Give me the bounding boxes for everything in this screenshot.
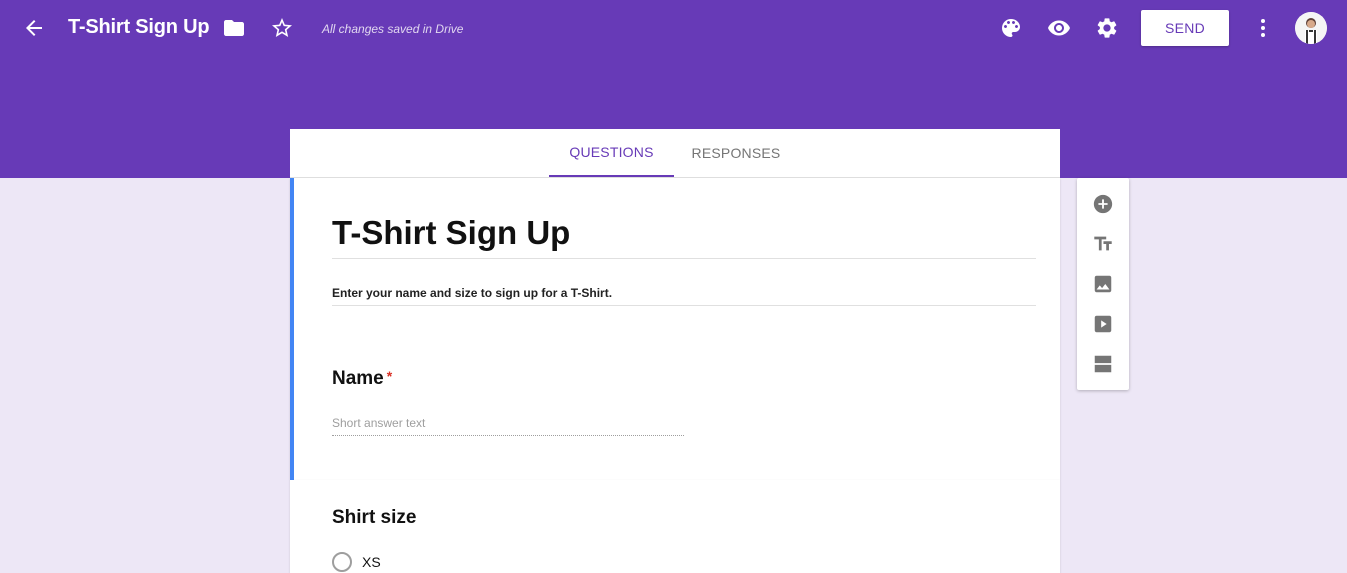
tabs-bar: QUESTIONS RESPONSES xyxy=(290,129,1060,178)
add-image-icon[interactable] xyxy=(1091,272,1115,296)
more-vert-icon[interactable] xyxy=(1247,12,1279,44)
add-title-icon[interactable] xyxy=(1091,232,1115,256)
question-title[interactable]: Name * xyxy=(332,368,392,390)
add-video-icon[interactable] xyxy=(1091,312,1115,336)
form-description[interactable]: Enter your name and size to sign up for … xyxy=(332,286,1036,306)
side-toolbar xyxy=(1077,178,1129,390)
document-title[interactable]: T-Shirt Sign Up xyxy=(68,16,210,39)
tab-questions[interactable]: QUESTIONS xyxy=(549,129,674,177)
star-icon[interactable] xyxy=(266,12,298,44)
question-title: Shirt size xyxy=(332,507,417,528)
send-button[interactable]: SEND xyxy=(1141,10,1229,46)
eye-icon[interactable] xyxy=(1043,12,1075,44)
radio-button[interactable] xyxy=(332,552,352,572)
back-arrow-icon[interactable] xyxy=(18,12,50,44)
form-header-card: T-Shirt Sign Up Enter your name and size… xyxy=(290,178,1060,480)
short-answer-field[interactable]: Short answer text xyxy=(332,416,684,436)
tab-responses[interactable]: RESPONSES xyxy=(674,129,798,177)
folder-icon[interactable] xyxy=(218,12,250,44)
option-label: XS xyxy=(362,554,381,570)
form-title[interactable]: T-Shirt Sign Up xyxy=(332,214,1036,259)
palette-icon[interactable] xyxy=(995,12,1027,44)
save-status: All changes saved in Drive xyxy=(322,22,464,36)
question-title-text: Name xyxy=(332,368,384,389)
avatar[interactable] xyxy=(1295,12,1327,44)
required-mark: * xyxy=(386,368,393,384)
add-section-icon[interactable] xyxy=(1091,352,1115,376)
gear-icon[interactable] xyxy=(1091,12,1123,44)
add-question-icon[interactable] xyxy=(1091,192,1115,216)
question-card[interactable]: Shirt size XS xyxy=(290,480,1060,573)
option-row: XS xyxy=(332,552,381,572)
